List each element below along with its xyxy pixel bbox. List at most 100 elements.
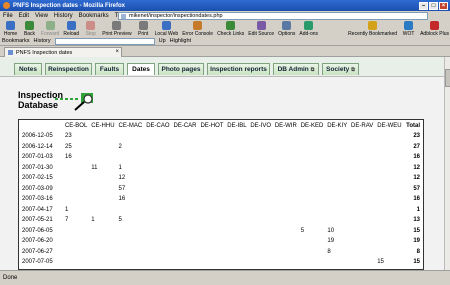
tab-dates[interactable]: Dates (127, 63, 155, 75)
count-cell (248, 226, 272, 237)
count-cell (349, 257, 375, 268)
count-cell (172, 184, 199, 195)
history-button[interactable]: History (34, 38, 51, 44)
total-cell: 16 (413, 196, 420, 203)
count-cell (349, 205, 375, 216)
tab-db-admin[interactable]: DB Admin ⧉ (273, 63, 319, 75)
table-row: 2007-01-30 11 1 12 (19, 163, 423, 174)
count-cell (172, 194, 199, 205)
print-preview-button[interactable]: Print Preview (101, 21, 132, 37)
tab-faults[interactable]: Faults (95, 63, 124, 75)
address-bar[interactable]: mikenet/inspector/inspectiondates.php (118, 12, 428, 20)
stop-button[interactable]: Stop (82, 21, 99, 37)
count-cell: 8 (327, 248, 331, 255)
vertical-scrollbar[interactable] (444, 57, 450, 270)
menu-edit[interactable]: Edit (19, 13, 29, 19)
count-cell (349, 215, 375, 226)
count-cell (199, 184, 226, 195)
count-cell (225, 257, 248, 268)
count-cell (225, 215, 248, 226)
bookmarks-button[interactable]: Bookmarks (2, 38, 30, 44)
count-cell (248, 236, 272, 247)
count-cell (144, 205, 171, 216)
total-cell: 12 (413, 164, 420, 171)
count-cell (273, 163, 299, 174)
table-row: 2006-12-14 25 2 27 (19, 142, 423, 153)
add-ons-button[interactable]: Add-ons (298, 21, 319, 37)
menu-file[interactable]: File (3, 13, 13, 19)
error-console-button[interactable]: Error Console (181, 21, 214, 37)
edit-source-button[interactable]: Edit Source (247, 21, 275, 37)
highlight-button[interactable]: Highlight (170, 38, 191, 44)
count-cell (199, 236, 226, 247)
count-cell (225, 226, 248, 237)
count-cell (172, 173, 199, 184)
count-cell (117, 226, 145, 237)
count-cell (63, 163, 89, 174)
count-cell (117, 257, 145, 268)
date-cell: 2006-12-14 (22, 143, 53, 150)
tab-notes[interactable]: Notes (14, 63, 42, 75)
count-cell (89, 142, 116, 153)
count-cell (117, 131, 145, 142)
home-button[interactable]: Home (2, 21, 19, 37)
count-cell (349, 194, 375, 205)
count-cell (299, 142, 326, 153)
count-cell (273, 142, 299, 153)
count-cell (375, 163, 403, 174)
print-button[interactable]: Print (135, 21, 152, 37)
count-cell (144, 184, 171, 195)
column-header-de-ibl: DE-IBL (227, 122, 247, 129)
date-cell: 2007-03-09 (22, 185, 53, 192)
column-header-de-kiy: DE-KIY (327, 122, 348, 129)
count-cell (349, 152, 375, 163)
tab-photo-pages[interactable]: Photo pages (158, 63, 204, 75)
recently-bookmarked-button[interactable]: Recently Bookmarked (347, 21, 398, 37)
adblock-plus-button[interactable]: Adblock Plus (419, 21, 450, 37)
tab-society[interactable]: Society ⧉ (322, 63, 359, 75)
count-cell (199, 257, 226, 268)
minimize-button[interactable]: – (419, 1, 428, 10)
close-tab-icon[interactable]: × (115, 49, 119, 55)
search-field[interactable] (54, 37, 155, 45)
count-cell (248, 152, 272, 163)
menu-view[interactable]: View (35, 13, 48, 19)
count-cell (89, 226, 116, 237)
column-header-de-hot: DE-HOT (200, 122, 224, 129)
menu-bookmarks[interactable]: Bookmarks (79, 13, 109, 19)
scrollbar-thumb[interactable] (445, 69, 450, 87)
tab-reinspection[interactable]: Reinspection (45, 63, 92, 75)
wot-button[interactable]: WOT (400, 21, 417, 37)
column-header-de-wir: DE-WIR (274, 122, 297, 129)
close-window-button[interactable]: × (439, 1, 448, 10)
count-cell (89, 257, 116, 268)
count-cell (199, 215, 226, 226)
count-cell (325, 184, 349, 195)
maximize-button[interactable]: □ (429, 1, 438, 10)
column-header-de-ked: DE-KED (300, 122, 324, 129)
options-button[interactable]: Options (277, 21, 296, 37)
up-button[interactable]: Up (159, 38, 166, 44)
tab-inspection-reports[interactable]: Inspection reports (207, 63, 270, 75)
count-cell (349, 131, 375, 142)
count-cell: 10 (327, 227, 335, 234)
back-button[interactable]: Back (21, 21, 38, 37)
count-cell (349, 142, 375, 153)
reload-button[interactable]: Reload (62, 21, 80, 37)
browser-tab[interactable]: PNFS Inspection dates × (4, 47, 122, 57)
count-cell (225, 163, 248, 174)
tab-label: Notes (18, 66, 38, 73)
local-web-button[interactable]: Local Web (154, 21, 180, 37)
check-links-button[interactable]: Check Links (216, 21, 245, 37)
forward-button[interactable]: Forward (40, 21, 60, 37)
tab-favicon-icon (8, 50, 13, 55)
tab-label: Faults (99, 66, 120, 73)
count-cell (172, 152, 199, 163)
count-cell (248, 184, 272, 195)
menu-history[interactable]: History (54, 13, 73, 19)
count-cell (273, 131, 299, 142)
count-cell (375, 247, 403, 258)
count-cell (144, 215, 171, 226)
count-cell (172, 163, 199, 174)
recently-bookmarked-icon (368, 21, 378, 30)
